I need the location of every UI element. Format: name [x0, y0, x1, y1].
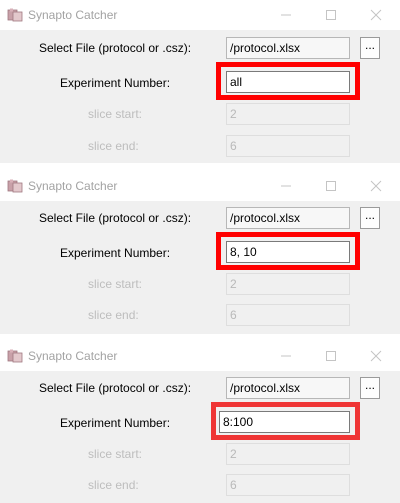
select-file-label: Select File (protocol or .csz): — [39, 381, 192, 395]
app-icon — [7, 179, 23, 193]
browse-button[interactable]: ... — [360, 377, 380, 399]
slice-end-label: slice end: — [88, 478, 139, 492]
slice-end-input[interactable]: 6 — [226, 304, 350, 326]
app-icon — [7, 349, 23, 363]
close-icon[interactable] — [368, 348, 384, 364]
minimize-icon[interactable] — [278, 178, 294, 194]
title-bar[interactable]: Synapto Catcher — [0, 0, 400, 30]
browse-button[interactable]: ... — [360, 37, 380, 59]
slice-start-input[interactable]: 2 — [226, 443, 350, 465]
app-icon — [7, 8, 23, 22]
window-title: Synapto Catcher — [28, 8, 118, 22]
slice-start-input[interactable]: 2 — [226, 273, 350, 295]
app-window-1: Synapto Catcher Select File (protocol or… — [0, 0, 400, 163]
close-icon[interactable] — [368, 7, 384, 23]
window-title: Synapto Catcher — [28, 179, 118, 193]
slice-end-label: slice end: — [88, 139, 139, 153]
file-path-field[interactable]: /protocol.xlsx — [226, 377, 350, 399]
title-bar[interactable]: Synapto Catcher — [0, 171, 400, 201]
minimize-icon[interactable] — [278, 7, 294, 23]
maximize-icon[interactable] — [323, 348, 339, 364]
slice-end-label: slice end: — [88, 308, 139, 322]
window-title: Synapto Catcher — [28, 349, 118, 363]
minimize-icon[interactable] — [278, 348, 294, 364]
highlight-box — [216, 62, 360, 100]
slice-start-label: slice start: — [88, 107, 143, 121]
maximize-icon[interactable] — [323, 7, 339, 23]
experiment-number-label: Experiment Number: — [60, 416, 171, 430]
browse-button[interactable]: ... — [360, 207, 380, 229]
title-bar[interactable]: Synapto Catcher — [0, 341, 400, 371]
slice-start-label: slice start: — [88, 447, 143, 461]
app-window-2: Synapto Catcher Select File (protocol or… — [0, 171, 400, 334]
highlight-box — [216, 232, 360, 270]
slice-end-input[interactable]: 6 — [226, 135, 350, 157]
select-file-label: Select File (protocol or .csz): — [39, 41, 192, 55]
highlight-box — [211, 402, 360, 440]
maximize-icon[interactable] — [323, 178, 339, 194]
slice-start-input[interactable]: 2 — [226, 103, 350, 125]
file-path-field[interactable]: /protocol.xlsx — [226, 37, 350, 59]
app-window-3: Synapto Catcher Select File (protocol or… — [0, 341, 400, 503]
slice-end-input[interactable]: 6 — [226, 474, 350, 496]
select-file-label: Select File (protocol or .csz): — [39, 211, 192, 225]
experiment-number-label: Experiment Number: — [60, 76, 171, 90]
experiment-number-label: Experiment Number: — [60, 246, 171, 260]
slice-start-label: slice start: — [88, 277, 143, 291]
close-icon[interactable] — [368, 178, 384, 194]
file-path-field[interactable]: /protocol.xlsx — [226, 207, 350, 229]
